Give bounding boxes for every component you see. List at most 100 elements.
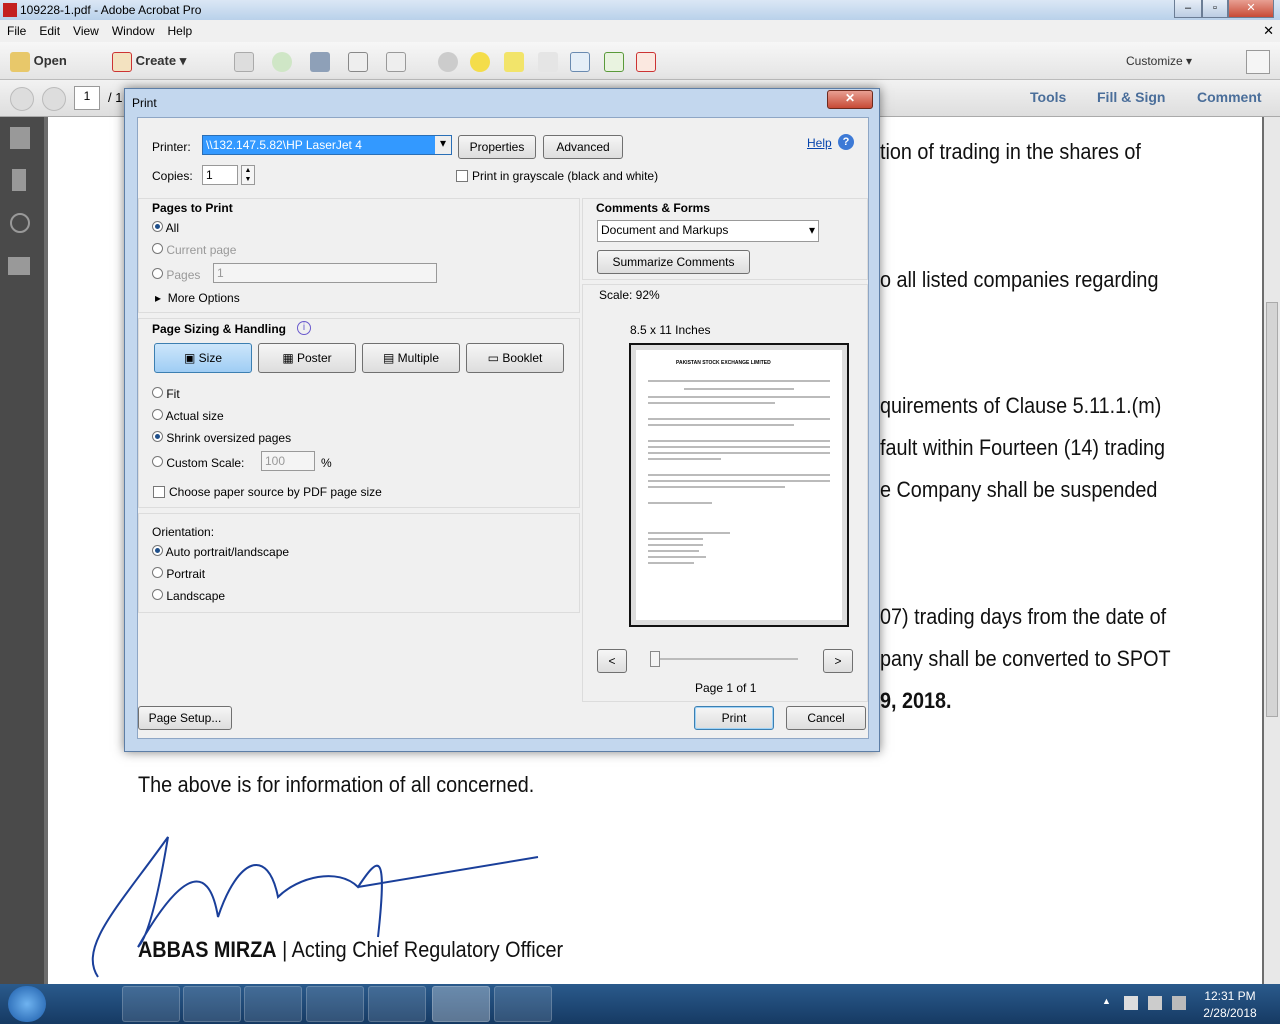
radio-shrink-oversized[interactable]: Shrink oversized pages xyxy=(152,431,291,445)
preview-next-button[interactable]: > xyxy=(823,649,853,673)
attachment-icon[interactable] xyxy=(10,213,30,233)
bookmark-icon[interactable] xyxy=(12,169,26,191)
previous-page-icon[interactable] xyxy=(10,87,34,111)
info-icon[interactable]: i xyxy=(297,321,311,335)
action-center-icon[interactable] xyxy=(1124,996,1138,1010)
comments-forms-section: Comments & Forms Document and Markups ▾ S… xyxy=(582,198,868,280)
help-link[interactable]: Help xyxy=(807,136,832,150)
preview-previous-button[interactable]: < xyxy=(597,649,627,673)
open-button[interactable]: Open xyxy=(10,50,67,72)
menu-file[interactable]: File xyxy=(0,20,32,38)
page-setup-button[interactable]: Page Setup... xyxy=(138,706,232,730)
tools-tab[interactable]: Tools xyxy=(1030,89,1066,105)
tab-size[interactable]: ▣ Size xyxy=(154,343,252,373)
menu-view[interactable]: View xyxy=(66,20,105,38)
orientation-section: Orientation: Auto portrait/landscape Por… xyxy=(138,513,580,613)
section-heading: Page Sizing & Handling xyxy=(152,322,287,336)
acrobat-icon xyxy=(3,3,17,17)
comment-icon[interactable] xyxy=(470,52,490,75)
dialog-close-button[interactable]: ✕ xyxy=(827,90,873,109)
start-button[interactable] xyxy=(8,986,46,1022)
properties-button[interactable]: Properties xyxy=(458,135,536,159)
section-heading: Orientation: xyxy=(152,525,215,539)
email-icon[interactable] xyxy=(386,52,406,75)
vertical-scrollbar[interactable] xyxy=(1264,117,1280,984)
custom-scale-input[interactable]: 100 xyxy=(261,451,315,471)
pages-range-input[interactable]: 1 xyxy=(213,263,437,283)
page-number-input[interactable]: 1 xyxy=(74,86,100,110)
highlight-icon[interactable] xyxy=(504,52,524,75)
comment-tab[interactable]: Comment xyxy=(1197,89,1262,105)
preview-slider[interactable] xyxy=(653,658,798,660)
grayscale-checkbox[interactable] xyxy=(456,170,468,182)
printer-select[interactable]: \\132.147.5.82\HP LaserJet 4 ▾ xyxy=(202,135,452,155)
acrobat-reader-icon[interactable] xyxy=(494,986,552,1022)
expand-icon[interactable] xyxy=(1246,50,1270,74)
file-explorer-icon[interactable] xyxy=(122,986,180,1022)
radio-actual-size[interactable]: Actual size xyxy=(152,409,224,423)
internet-explorer-icon[interactable] xyxy=(60,986,118,1022)
comments-forms-select[interactable]: Document and Markups ▾ xyxy=(597,220,819,242)
export-icon[interactable] xyxy=(604,52,624,75)
tab-multiple[interactable]: ▤ Multiple xyxy=(362,343,460,373)
customize-button[interactable]: Customize ▾ xyxy=(1126,54,1192,68)
search-document-icon[interactable] xyxy=(570,52,590,75)
scroll-thumb[interactable] xyxy=(1266,302,1278,717)
close-document-icon[interactable]: ✕ xyxy=(1263,23,1274,39)
radio-portrait[interactable]: Portrait xyxy=(152,567,205,581)
advanced-button[interactable]: Advanced xyxy=(543,135,623,159)
dialog-title: Print xyxy=(132,96,157,110)
menu-edit[interactable]: Edit xyxy=(32,20,66,38)
cancel-button[interactable]: Cancel xyxy=(786,706,866,730)
sign-icon[interactable] xyxy=(636,52,656,75)
copies-input[interactable]: 1 xyxy=(202,165,238,185)
printer-label: Printer: xyxy=(152,140,191,154)
delete-page-icon[interactable] xyxy=(538,52,558,75)
minimize-button[interactable]: – xyxy=(1174,0,1202,18)
show-hidden-icons[interactable]: ▲ xyxy=(1102,996,1111,1006)
cloud-upload-icon[interactable] xyxy=(272,52,292,75)
summarize-comments-button[interactable]: Summarize Comments xyxy=(597,250,750,274)
outlook-icon[interactable] xyxy=(244,986,302,1022)
signature-icon[interactable] xyxy=(8,257,30,275)
pages-icon[interactable] xyxy=(10,127,30,149)
radio-fit[interactable]: Fit xyxy=(152,387,180,401)
remote-desktop-icon[interactable] xyxy=(368,986,426,1022)
print-icon[interactable] xyxy=(310,52,330,75)
folder-icon xyxy=(10,51,30,72)
radio-current-page[interactable]: Current page xyxy=(152,243,236,257)
radio-custom-scale[interactable]: Custom Scale: xyxy=(152,456,244,470)
control-panel-icon[interactable] xyxy=(306,986,364,1022)
next-page-icon[interactable] xyxy=(42,87,66,111)
tab-poster[interactable]: ▦ Poster xyxy=(258,343,356,373)
preview-slider-thumb[interactable] xyxy=(650,651,660,667)
copies-stepper[interactable]: ▲ ▼ xyxy=(241,165,255,185)
create-button[interactable]: Create ▾ xyxy=(112,50,186,72)
document-text: tion of trading in the shares of xyxy=(880,139,1141,164)
menu-window[interactable]: Window xyxy=(105,20,161,38)
menu-help[interactable]: Help xyxy=(161,20,199,38)
chrome-icon[interactable] xyxy=(183,986,241,1022)
clock[interactable]: 12:31 PM 2/28/2018 xyxy=(1200,989,1260,1020)
radio-pages[interactable]: Pages xyxy=(152,268,200,282)
radio-all[interactable]: All xyxy=(152,221,179,235)
maximize-button[interactable]: ▫ xyxy=(1202,0,1228,18)
save-icon[interactable] xyxy=(234,52,254,75)
gear-icon[interactable] xyxy=(438,52,458,75)
acrobat-taskbar-icon[interactable] xyxy=(432,986,490,1022)
help-icon[interactable]: ? xyxy=(838,134,854,150)
radio-auto-orientation[interactable]: Auto portrait/landscape xyxy=(152,545,289,559)
edit-document-icon[interactable] xyxy=(348,52,368,75)
navigation-pane xyxy=(0,117,44,984)
print-dialog: Print ✕ Printer: \\132.147.5.82\HP Laser… xyxy=(124,88,880,752)
volume-icon[interactable] xyxy=(1172,996,1186,1010)
network-icon[interactable] xyxy=(1148,996,1162,1010)
close-button[interactable]: ✕ xyxy=(1228,0,1274,18)
radio-landscape[interactable]: Landscape xyxy=(152,589,225,603)
print-button[interactable]: Print xyxy=(694,706,774,730)
fill-sign-tab[interactable]: Fill & Sign xyxy=(1097,89,1165,105)
more-options-toggle[interactable]: ▸ More Options xyxy=(155,291,240,305)
paper-source-checkbox[interactable] xyxy=(153,486,165,498)
tab-booklet[interactable]: ▭ Booklet xyxy=(466,343,564,373)
window-title: 109228-1.pdf - Adobe Acrobat Pro xyxy=(20,3,202,17)
